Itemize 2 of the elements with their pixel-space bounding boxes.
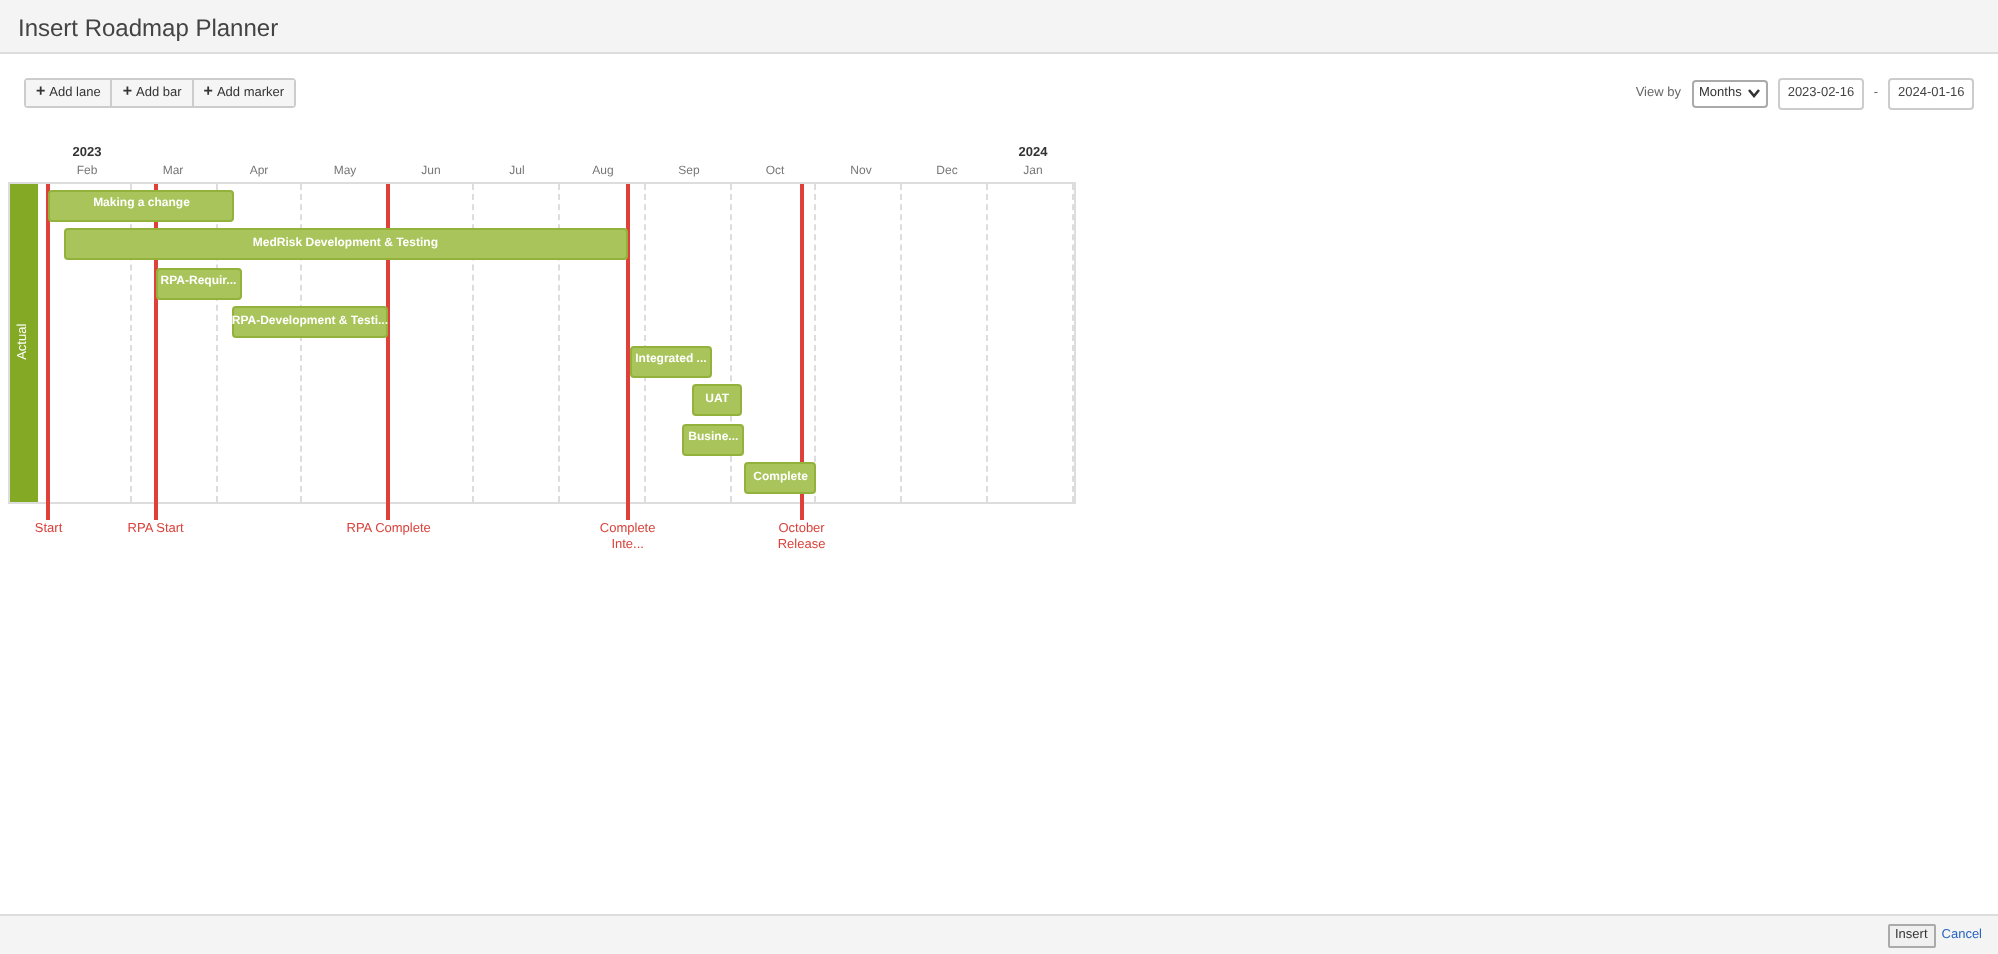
dialog-title: Insert Roadmap Planner bbox=[18, 14, 279, 42]
chevron-icon bbox=[1747, 88, 1760, 98]
